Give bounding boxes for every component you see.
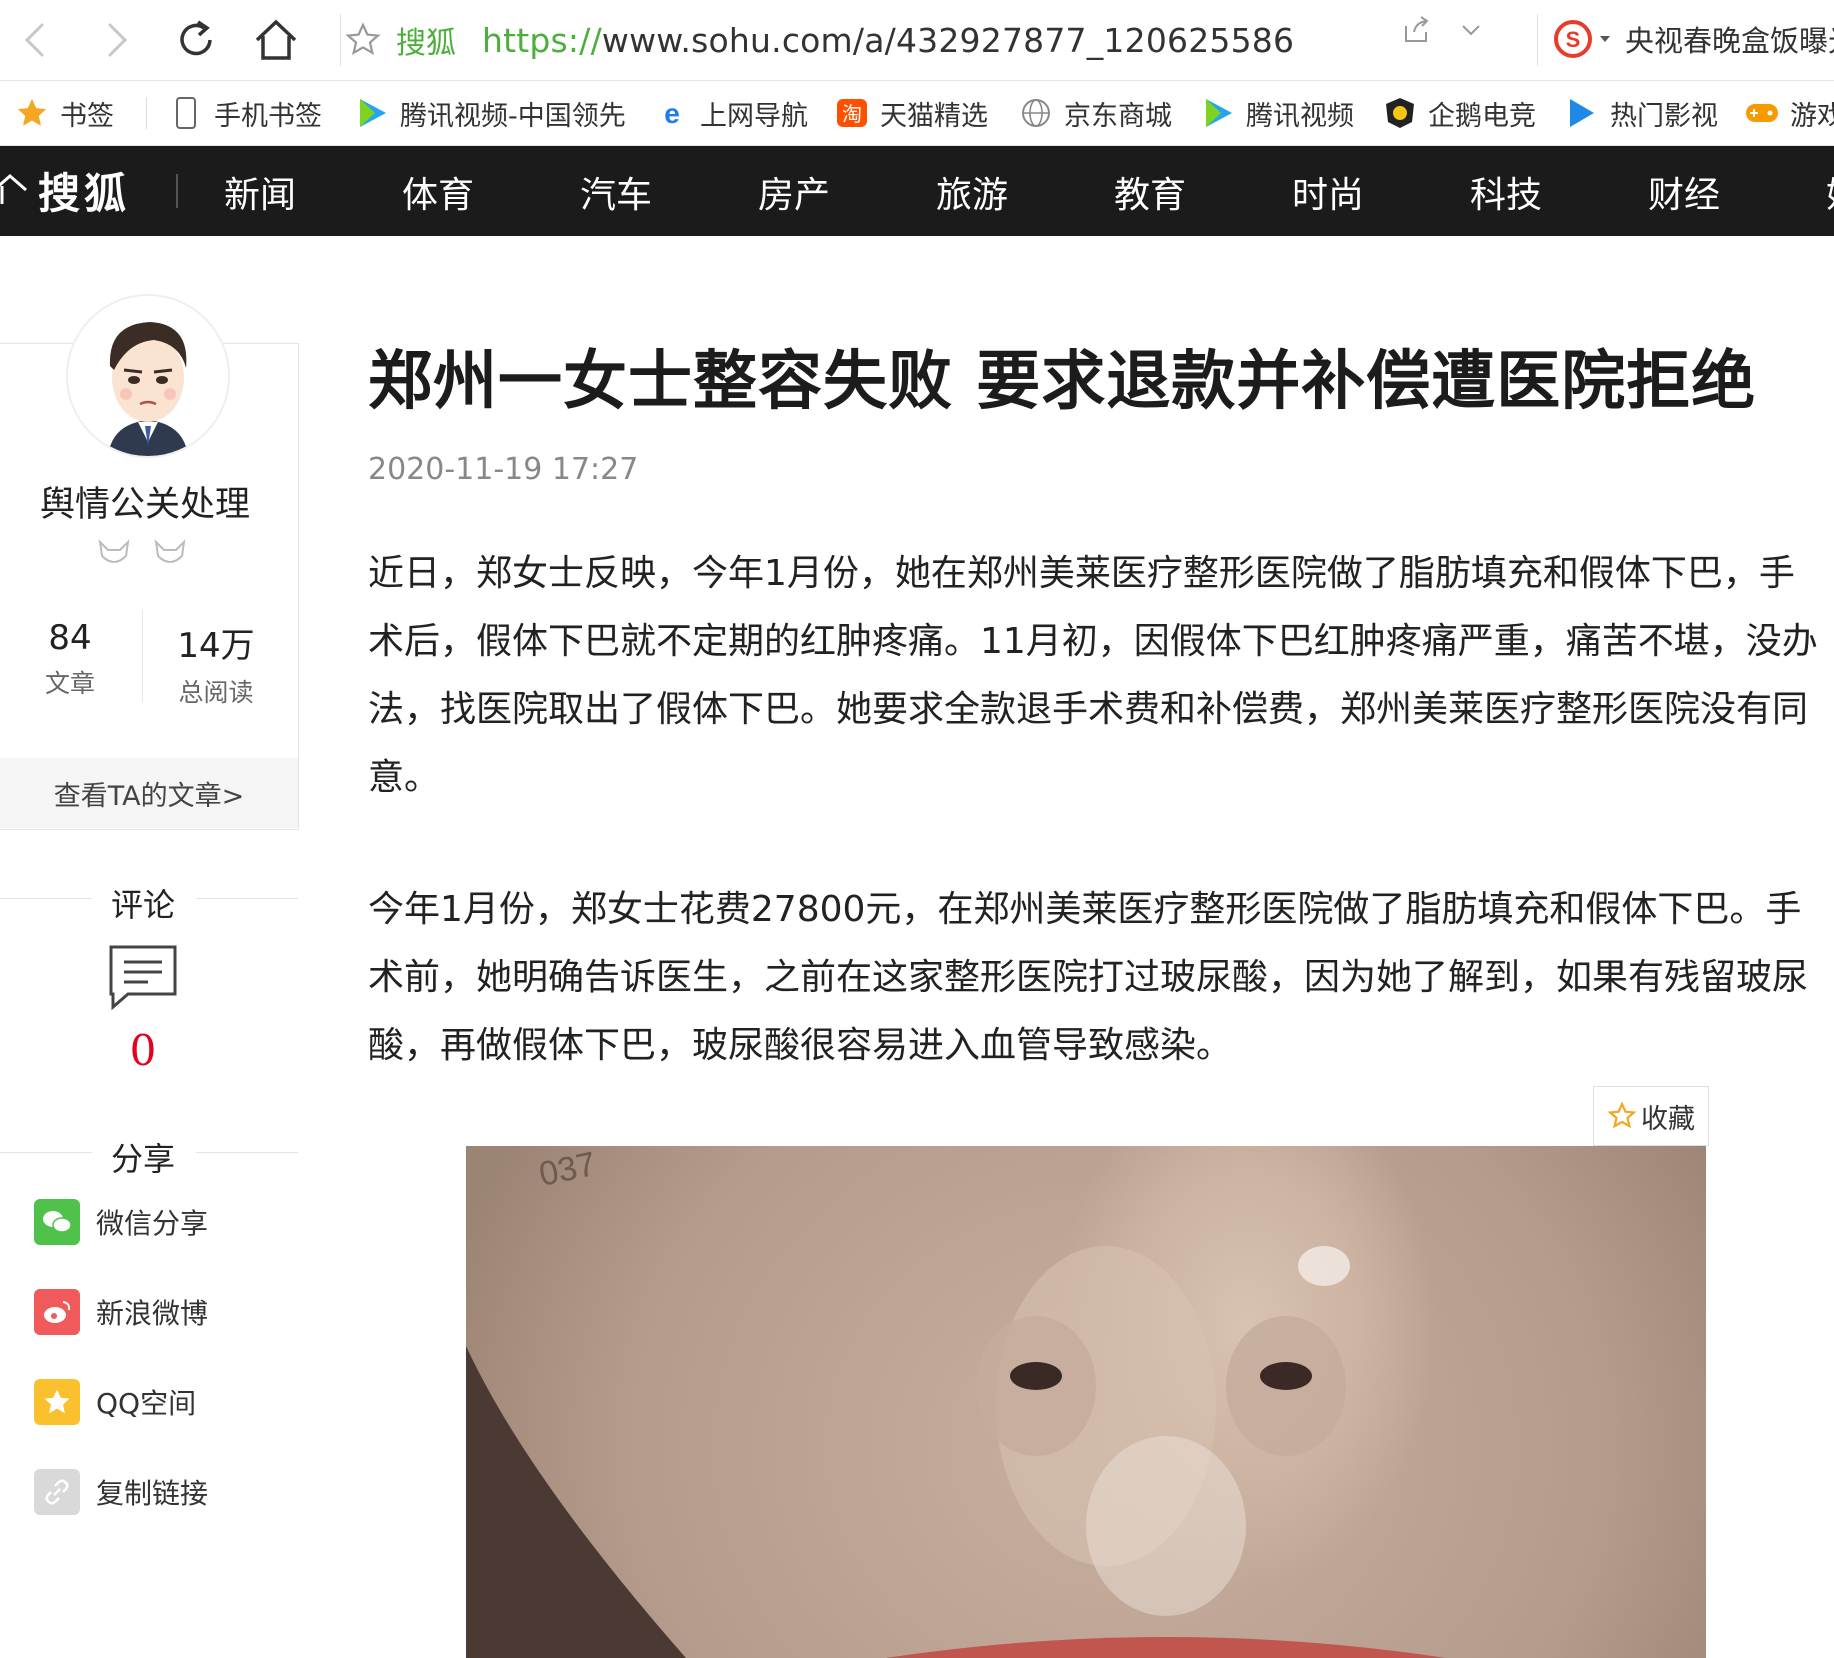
home-icon	[0, 174, 27, 204]
svg-text:e: e	[664, 98, 680, 129]
site-name: 搜狐	[396, 26, 456, 61]
share-title: 分享	[110, 1140, 175, 1178]
globe-icon	[1018, 95, 1054, 131]
bookmark-item[interactable]: 游戏	[1744, 93, 1834, 133]
share-weibo[interactable]: 新浪微博	[34, 1288, 208, 1336]
author-badges	[96, 538, 188, 568]
photo-stamp-text: 037	[536, 1146, 599, 1194]
article-date: 2020-11-19 17:27	[368, 452, 639, 487]
nav-item-news[interactable]: 新闻	[224, 166, 296, 218]
nav-item-travel[interactable]: 旅游	[936, 166, 1008, 218]
sohu-logo[interactable]: 搜狐	[0, 160, 130, 220]
site-navigation: 搜狐 新闻 体育 汽车 房产 旅游 教育 时尚 科技 财经 娱	[0, 146, 1834, 236]
tmall-icon: 淘	[834, 95, 870, 131]
forward-button[interactable]	[90, 14, 142, 66]
ie-icon: e	[654, 95, 690, 131]
nav-item-entertainment[interactable]: 娱	[1826, 166, 1834, 218]
svg-text:S: S	[1566, 27, 1581, 52]
bookmark-item[interactable]: 京东商城	[1018, 93, 1172, 133]
nav-item-finance[interactable]: 财经	[1648, 166, 1720, 218]
caret-down-icon	[1600, 36, 1610, 42]
nav-item-tech[interactable]: 科技	[1470, 166, 1542, 218]
wechat-icon	[34, 1199, 80, 1245]
author-name[interactable]: 舆情公关处理	[0, 476, 290, 527]
address-bar[interactable]: 搜狐 https://www.sohu.com/a/432927877_1206…	[338, 8, 1518, 72]
comments-title: 评论	[110, 886, 175, 924]
reads-stat: 14万 总阅读	[177, 626, 255, 707]
bookmark-item[interactable]: 腾讯视频	[1200, 93, 1354, 133]
tencent-video-icon	[354, 95, 390, 131]
share-wechat[interactable]: 微信分享	[34, 1198, 208, 1246]
bookmark-item[interactable]: 腾讯视频-中国领先	[354, 93, 626, 133]
nav-item-sports[interactable]: 体育	[402, 166, 474, 218]
search-input[interactable]: 央视春晚盒饭曝光	[1625, 18, 1834, 60]
link-icon	[34, 1469, 80, 1515]
fox-badge-icon	[154, 539, 186, 563]
search-engine-selector[interactable]: S	[1552, 18, 1612, 60]
comment-count[interactable]: 0	[0, 1026, 286, 1075]
weibo-icon	[34, 1289, 80, 1335]
bookmark-item[interactable]: 淘 天猫精选	[834, 93, 988, 133]
home-icon	[255, 19, 297, 60]
sogou-logo-icon: S	[1554, 20, 1592, 58]
article-paragraph: 今年1月份，郑女士花费27800元，在郑州美莱医疗整形医院做了脂肪填充和假体下巴…	[368, 889, 1809, 1066]
share-copy-link[interactable]: 复制链接	[34, 1468, 208, 1516]
star-outline-icon	[1607, 1101, 1637, 1129]
comment-icon[interactable]	[108, 944, 178, 1014]
penguin-esports-icon	[1382, 95, 1418, 131]
qzone-star-icon	[34, 1379, 80, 1425]
nav-item-auto[interactable]: 汽车	[580, 166, 652, 218]
bookmark-item[interactable]: 热门影视	[1564, 93, 1718, 133]
article-title: 郑州一女士整容失败 要求退款并补偿遭医院拒绝	[368, 345, 1757, 419]
article-photo[interactable]: 037	[466, 1146, 1706, 1658]
bookmark-item[interactable]: 企鹅电竞	[1382, 93, 1536, 133]
view-author-articles-link[interactable]: 查看TA的文章>	[0, 758, 298, 828]
play-icon	[1564, 95, 1600, 131]
bookmark-star-icon[interactable]	[338, 21, 388, 59]
refresh-icon	[180, 20, 212, 56]
bookmarks-bar: 书签 手机书签 腾讯视频-中国领先 e 上网导航 淘 天猫精选 京东商城 腾讯视…	[0, 81, 1834, 146]
star-icon	[14, 95, 50, 131]
gamepad-icon	[1744, 95, 1780, 131]
browser-toolbar: 搜狐 https://www.sohu.com/a/432927877_1206…	[0, 0, 1834, 81]
nav-item-education[interactable]: 教育	[1114, 166, 1186, 218]
url-text[interactable]: https://www.sohu.com/a/432927877_1206255…	[482, 21, 1294, 60]
svg-text:淘: 淘	[842, 102, 862, 126]
back-button[interactable]	[10, 14, 62, 66]
home-button[interactable]	[250, 14, 302, 66]
share-qzone[interactable]: QQ空间	[34, 1378, 196, 1426]
mobile-icon	[168, 95, 204, 131]
dropdown-chevron-icon[interactable]	[1456, 15, 1486, 49]
tencent-video-icon	[1200, 95, 1236, 131]
bookmark-item[interactable]: 手机书签	[168, 93, 322, 133]
bookmark-item[interactable]: 书签	[14, 93, 114, 133]
articles-stat: 84 文章	[44, 618, 95, 698]
nav-item-house[interactable]: 房产	[758, 166, 830, 218]
nav-item-fashion[interactable]: 时尚	[1292, 166, 1364, 218]
bookmark-item[interactable]: e 上网导航	[654, 93, 808, 133]
refresh-button[interactable]	[170, 14, 222, 66]
collect-button[interactable]: 收藏	[1593, 1086, 1709, 1146]
fox-badge-icon	[98, 539, 130, 563]
article-paragraph: 近日，郑女士反映，今年1月份，她在郑州美莱医疗整形医院做了脂肪填充和假体下巴，手…	[368, 553, 1818, 798]
share-page-icon[interactable]	[1400, 14, 1432, 50]
avatar[interactable]	[66, 294, 230, 458]
